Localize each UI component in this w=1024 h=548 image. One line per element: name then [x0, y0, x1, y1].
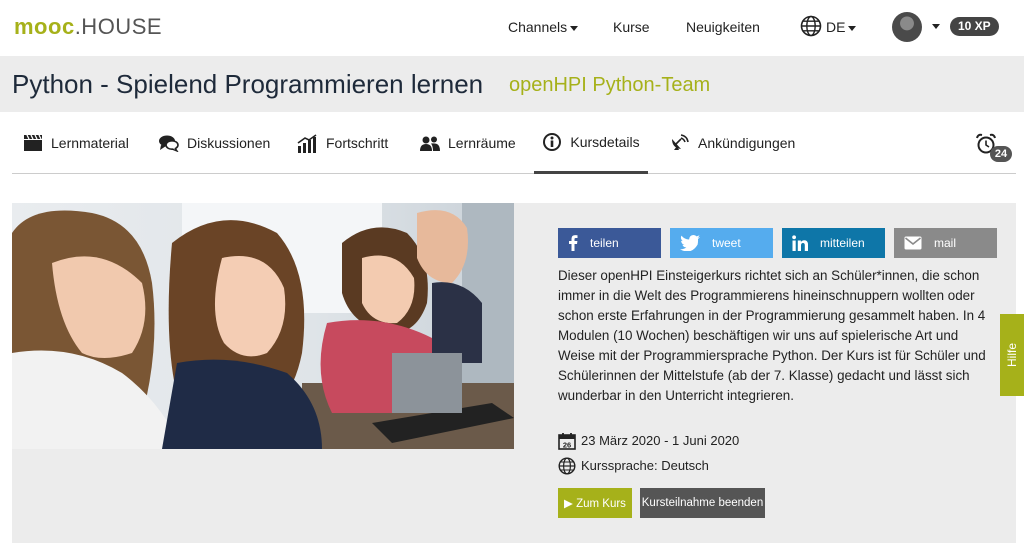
course-image: [12, 203, 514, 449]
tab-ankuendigungen[interactable]: Ankündigungen: [670, 112, 795, 174]
end-enrollment-button[interactable]: Kursteilnahme beenden: [640, 488, 765, 518]
go-to-course-button[interactable]: ▶ Zum Kurs: [558, 488, 632, 518]
course-title: Python - Spielend Programmieren lernen: [12, 69, 484, 99]
tab-label: Ankündigungen: [698, 135, 796, 151]
course-tabs: Lernmaterial Diskussionen Fortschritt Le…: [12, 112, 1016, 174]
course-language: Kurssprache: Deutsch: [558, 457, 709, 475]
course-dates-text: 23 März 2020 - 1 Juni 2020: [581, 433, 740, 448]
logo-brand: mooc: [14, 14, 75, 39]
course-dates: 26 23 März 2020 - 1 Juni 2020: [558, 432, 739, 450]
share-linkedin-button[interactable]: mitteilen: [782, 228, 885, 258]
calendar-day: 26: [563, 440, 571, 449]
help-label: Hilfe: [1005, 342, 1020, 368]
tab-lernmaterial[interactable]: Lernmaterial: [23, 112, 129, 174]
language-label: DE: [826, 19, 846, 35]
chat-bubbles-icon: [159, 135, 179, 152]
course-description: Dieser openHPI Einsteigerkurs richtet si…: [558, 268, 986, 403]
satellite-dish-icon: [672, 134, 689, 150]
nav-kurse-link[interactable]: Kurse: [613, 18, 650, 36]
people-icon: [420, 136, 440, 151]
logo-house: .HOUSE: [74, 14, 163, 39]
nav-neuigkeiten-link[interactable]: Neuigkeiten: [686, 18, 760, 36]
top-navbar: mooc.HOUSE Channels Kurse Neuigkeiten DE…: [0, 0, 1024, 56]
tab-label: Diskussionen: [187, 135, 271, 151]
tab-label: Fortschritt: [326, 135, 389, 151]
globe-icon[interactable]: [800, 15, 822, 37]
twitter-icon: [680, 235, 700, 251]
clapperboard-icon: [24, 134, 42, 151]
site-logo[interactable]: mooc.HOUSE: [14, 14, 162, 40]
course-language-text: Kurssprache: Deutsch: [581, 458, 709, 473]
chevron-down-icon[interactable]: [932, 24, 940, 29]
globe-icon: [558, 457, 576, 475]
progress-chart-icon: [297, 133, 317, 153]
user-avatar[interactable]: [892, 12, 922, 42]
facebook-icon: [569, 235, 578, 251]
envelope-icon: [904, 236, 922, 250]
share-facebook-label: teilen: [590, 236, 619, 250]
course-team: openHPI Python-Team: [509, 74, 711, 96]
calendar-icon: 26: [558, 433, 576, 450]
alarm-count-badge: 24: [990, 146, 1012, 162]
nav-channels-dropdown[interactable]: Channels: [508, 18, 579, 36]
tab-kursdetails[interactable]: Kursdetails: [534, 112, 648, 174]
chevron-down-icon: [570, 25, 579, 31]
tab-lernraeume[interactable]: Lernräume: [420, 112, 516, 174]
share-mail-label: mail: [934, 236, 957, 250]
help-tab[interactable]: Hilfe: [1000, 314, 1024, 396]
tab-label: Lernmaterial: [51, 135, 129, 151]
xp-badge: 10 XP: [950, 17, 999, 36]
share-mail-button[interactable]: mail: [894, 228, 997, 258]
tab-label: Lernräume: [448, 135, 516, 151]
tab-fortschritt[interactable]: Fortschritt: [297, 112, 388, 174]
info-icon: [543, 132, 562, 151]
share-twitter-button[interactable]: tweet: [670, 228, 773, 258]
nav-channels-label: Channels: [508, 19, 568, 35]
share-facebook-button[interactable]: teilen: [558, 228, 661, 258]
language-dropdown[interactable]: DE: [826, 18, 857, 36]
share-linkedin-label: mitteilen: [820, 236, 865, 250]
chevron-down-icon: [848, 25, 857, 31]
tab-diskussionen[interactable]: Diskussionen: [158, 112, 270, 174]
share-twitter-label: tweet: [712, 236, 741, 250]
linkedin-icon: [792, 235, 808, 251]
tab-label: Kursdetails: [570, 133, 640, 150]
